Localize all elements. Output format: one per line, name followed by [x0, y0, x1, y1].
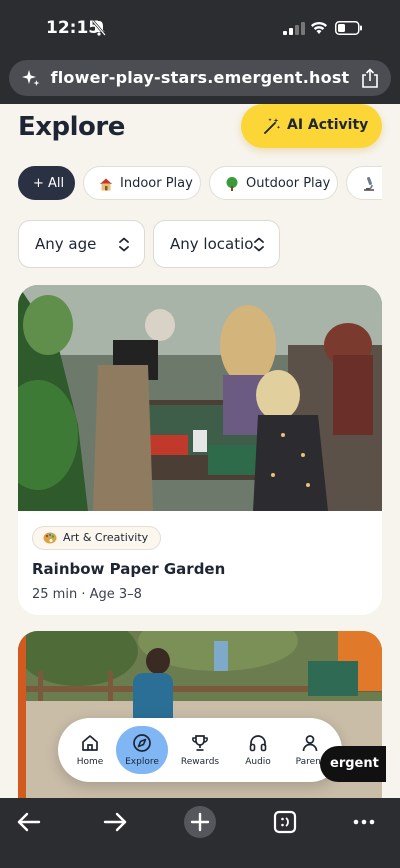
age-select-value: Any age	[35, 235, 97, 253]
nav-rewards-label: Rewards	[180, 757, 220, 767]
bottom-nav: Home Explore Rewards Audio Parent	[58, 718, 342, 782]
chip-indoor-play[interactable]: Indoor Play	[83, 166, 201, 200]
new-tab-plus-icon[interactable]	[184, 806, 216, 838]
back-arrow-icon[interactable]	[13, 806, 45, 838]
activity-card[interactable]: Art & Creativity Rainbow Paper Garden 25…	[18, 285, 382, 615]
url-bar[interactable]: flower-play-stars.emergent.host	[9, 60, 391, 96]
microscope-icon	[364, 177, 374, 191]
age-select[interactable]: Any age	[18, 220, 145, 268]
palette-icon	[43, 532, 57, 544]
chip-outdoor-label: Outdoor Play	[246, 176, 331, 191]
tabs-icon[interactable]	[269, 806, 301, 838]
page-title: Explore	[18, 112, 125, 142]
nav-audio-label: Audio	[245, 757, 271, 767]
share-icon[interactable]	[361, 68, 379, 88]
magic-wand-icon	[264, 118, 281, 134]
trophy-icon	[192, 735, 208, 751]
chip-indoor-label: Indoor Play	[120, 176, 193, 191]
compass-icon	[133, 734, 151, 752]
nav-rewards[interactable]: Rewards	[174, 726, 226, 774]
location-select-value: Any location	[170, 235, 263, 253]
activity-title: Rainbow Paper Garden	[32, 560, 226, 578]
activity-meta: 25 min · Age 3–8	[32, 587, 142, 602]
chevron-updown-icon	[253, 236, 265, 253]
bell-muted-icon	[92, 20, 106, 36]
nav-home[interactable]: Home	[64, 726, 116, 774]
house-icon	[100, 178, 112, 191]
activity-photo	[18, 285, 382, 511]
ai-activity-label: AI Activity	[287, 117, 369, 133]
emergent-badge-text: ergent	[330, 756, 379, 771]
page-content: Explore AI Activity + All Indoor Play Ou…	[0, 104, 400, 798]
ai-activity-button[interactable]: AI Activity	[241, 104, 382, 148]
url-text[interactable]: flower-play-stars.emergent.host	[49, 68, 351, 87]
chip-all-label: + All	[33, 176, 65, 191]
status-bar: 12:15	[0, 0, 400, 56]
more-options-icon[interactable]	[348, 806, 380, 838]
forward-arrow-icon[interactable]	[99, 806, 131, 838]
category-tag-label: Art & Creativity	[63, 531, 149, 544]
signal-icon	[283, 22, 305, 35]
browser-toolbar	[0, 798, 400, 868]
nav-home-label: Home	[76, 757, 104, 767]
home-icon	[82, 735, 98, 751]
chevron-updown-icon	[118, 236, 130, 253]
battery-icon	[335, 21, 362, 35]
category-tag: Art & Creativity	[32, 526, 162, 550]
sparkle-icon[interactable]	[21, 68, 41, 88]
category-chips: + All Indoor Play Outdoor Play	[18, 166, 382, 202]
chip-outdoor-play[interactable]: Outdoor Play	[209, 166, 338, 200]
nav-explore-label: Explore	[125, 757, 159, 767]
wifi-icon	[311, 21, 327, 34]
chip-all[interactable]: + All	[18, 166, 75, 200]
nav-audio[interactable]: Audio	[232, 726, 284, 774]
person-icon	[302, 735, 318, 752]
chip-science[interactable]	[346, 166, 382, 200]
nav-explore[interactable]: Explore	[116, 726, 168, 774]
tree-icon	[226, 177, 238, 191]
location-select[interactable]: Any location	[153, 220, 280, 268]
headphones-icon	[249, 735, 267, 752]
emergent-badge[interactable]: ergent	[320, 746, 386, 782]
